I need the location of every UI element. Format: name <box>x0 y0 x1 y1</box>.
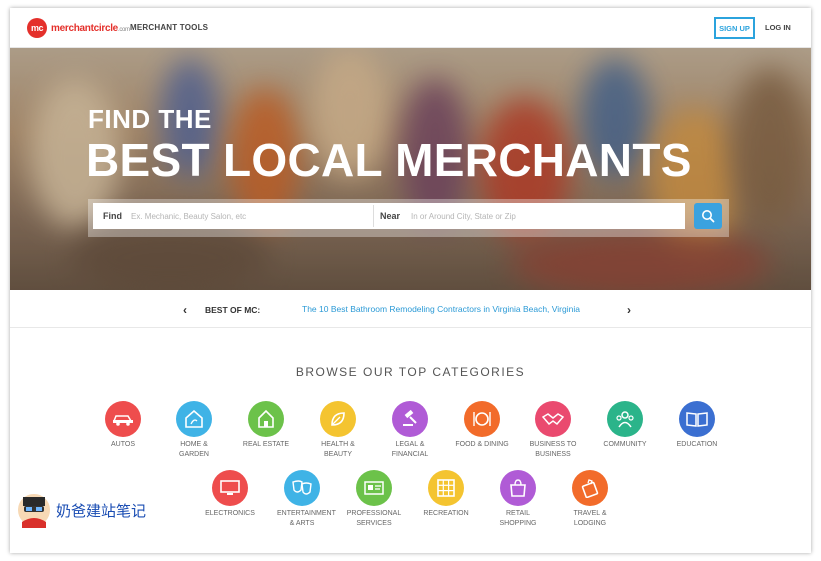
category-icon-circle <box>356 470 392 506</box>
avatar <box>16 492 52 528</box>
merchant-tools-link[interactable]: MERCHANT TOOLS <box>130 23 208 32</box>
logo-badge: mc <box>27 18 47 38</box>
leaf-icon <box>331 412 345 426</box>
category-icon-circle <box>679 401 715 437</box>
category-education[interactable]: EDUCATION <box>662 401 732 450</box>
category-icon-circle <box>500 470 536 506</box>
category-label: LEGAL & FINANCIAL <box>391 441 429 458</box>
best-of-link[interactable]: The 10 Best Bathroom Remodeling Contract… <box>302 304 580 314</box>
grid-icon <box>437 479 455 497</box>
handshake-icon <box>542 413 564 426</box>
logo-text: merchantcircle.com <box>51 23 130 34</box>
category-label: EDUCATION <box>676 441 718 448</box>
category-real-estate[interactable]: REAL ESTATE <box>231 401 301 450</box>
people-icon <box>616 411 634 428</box>
category-icon-circle <box>392 401 428 437</box>
building-icon <box>258 409 274 428</box>
watermark: 奶爸建站笔记 <box>16 492 146 528</box>
category-label: ELECTRONICS <box>205 510 255 517</box>
category-label: RECREATION <box>423 510 469 517</box>
category-retail-shopping[interactable]: RETAIL SHOPPING <box>483 470 553 528</box>
category-legal-financial[interactable]: LEGAL & FINANCIAL <box>375 401 445 459</box>
hero-title-big: BEST LOCAL MERCHANTS <box>86 134 692 186</box>
plate-icon <box>473 412 491 426</box>
search-divider <box>373 205 374 227</box>
logo-suffix: .com <box>117 26 130 33</box>
category-icon-circle <box>284 470 320 506</box>
category-business-to-business[interactable]: BUSINESS TO BUSINESS <box>518 401 588 459</box>
category-label: FOOD & DINING <box>455 441 509 448</box>
search-bar: Find Near <box>88 199 729 237</box>
category-icon-circle <box>320 401 356 437</box>
category-icon-circle <box>535 401 571 437</box>
page-frame: mc merchantcircle.com MERCHANT TOOLS SIG… <box>10 8 811 553</box>
masks-icon <box>292 480 312 495</box>
category-label: BUSINESS TO BUSINESS <box>529 441 577 458</box>
prev-arrow-icon[interactable]: ‹ <box>183 303 187 317</box>
computer-icon <box>220 480 240 495</box>
category-label: HOME & GARDEN <box>179 441 209 458</box>
category-icon-circle <box>607 401 643 437</box>
search-icon <box>702 210 715 223</box>
category-label: REAL ESTATE <box>242 441 290 448</box>
near-label: Near <box>380 211 401 221</box>
find-label: Find <box>103 211 122 221</box>
category-label: HEALTH & BEAUTY <box>321 441 355 458</box>
signup-button[interactable]: SIGN UP <box>714 17 755 39</box>
house-icon <box>185 410 203 428</box>
avatar-illustration <box>22 497 46 528</box>
category-entertainment-arts[interactable]: ENTERTAINMENT & ARTS <box>267 470 337 528</box>
category-autos[interactable]: AUTOS <box>88 401 158 450</box>
category-health-beauty[interactable]: HEALTH & BEAUTY <box>303 401 373 459</box>
merchantcircle-logo[interactable]: mc merchantcircle.com <box>27 18 130 38</box>
luggage-icon <box>581 479 599 498</box>
category-professional-services[interactable]: PROFESSIONAL SERVICES <box>339 470 409 528</box>
category-travel-lodging[interactable]: TRAVEL & LODGING <box>555 470 625 528</box>
top-header: mc merchantcircle.com MERCHANT TOOLS SIG… <box>10 8 811 48</box>
category-icon-circle <box>176 401 212 437</box>
login-link[interactable]: LOG IN <box>765 23 791 32</box>
search-fields: Find Near <box>93 203 685 229</box>
watermark-text: 奶爸建站笔记 <box>56 501 147 520</box>
categories-heading: BROWSE OUR TOP CATEGORIES <box>295 365 526 379</box>
category-food-dining[interactable]: FOOD & DINING <box>447 401 517 450</box>
gavel-icon <box>403 409 417 426</box>
category-electronics[interactable]: ELECTRONICS <box>195 470 265 519</box>
category-label: PROFESSIONAL SERVICES <box>346 510 402 527</box>
best-of-label: BEST OF MC: <box>205 305 261 315</box>
category-community[interactable]: COMMUNITY <box>590 401 660 450</box>
category-icon-circle <box>248 401 284 437</box>
category-label: RETAIL SHOPPING <box>499 510 537 527</box>
category-icon-circle <box>464 401 500 437</box>
best-of-bar: ‹ BEST OF MC: The 10 Best Bathroom Remod… <box>10 290 811 328</box>
category-label: TRAVEL & LODGING <box>573 510 607 527</box>
hero-title-small: FIND THE <box>88 104 212 134</box>
category-icon-circle <box>428 470 464 506</box>
near-input[interactable] <box>411 207 671 225</box>
category-label: ENTERTAINMENT & ARTS <box>277 510 336 527</box>
car-icon <box>112 415 133 426</box>
hero-banner: FIND THE BEST LOCAL MERCHANTS Find Near <box>10 48 811 290</box>
category-label: COMMUNITY <box>603 441 647 448</box>
next-arrow-icon[interactable]: › <box>627 303 631 317</box>
search-button[interactable] <box>694 203 722 229</box>
category-icon-circle <box>105 401 141 437</box>
category-label: AUTOS <box>111 441 135 448</box>
category-home-garden[interactable]: HOME & GARDEN <box>159 401 229 459</box>
logo-wordmark: merchantcircle <box>51 22 118 34</box>
book-icon <box>686 412 708 427</box>
id-card-icon <box>364 481 384 495</box>
category-icon-circle <box>212 470 248 506</box>
category-icon-circle <box>572 470 608 506</box>
category-recreation[interactable]: RECREATION <box>411 470 481 519</box>
find-input[interactable] <box>131 207 371 225</box>
shopping-bag-icon <box>510 479 526 497</box>
